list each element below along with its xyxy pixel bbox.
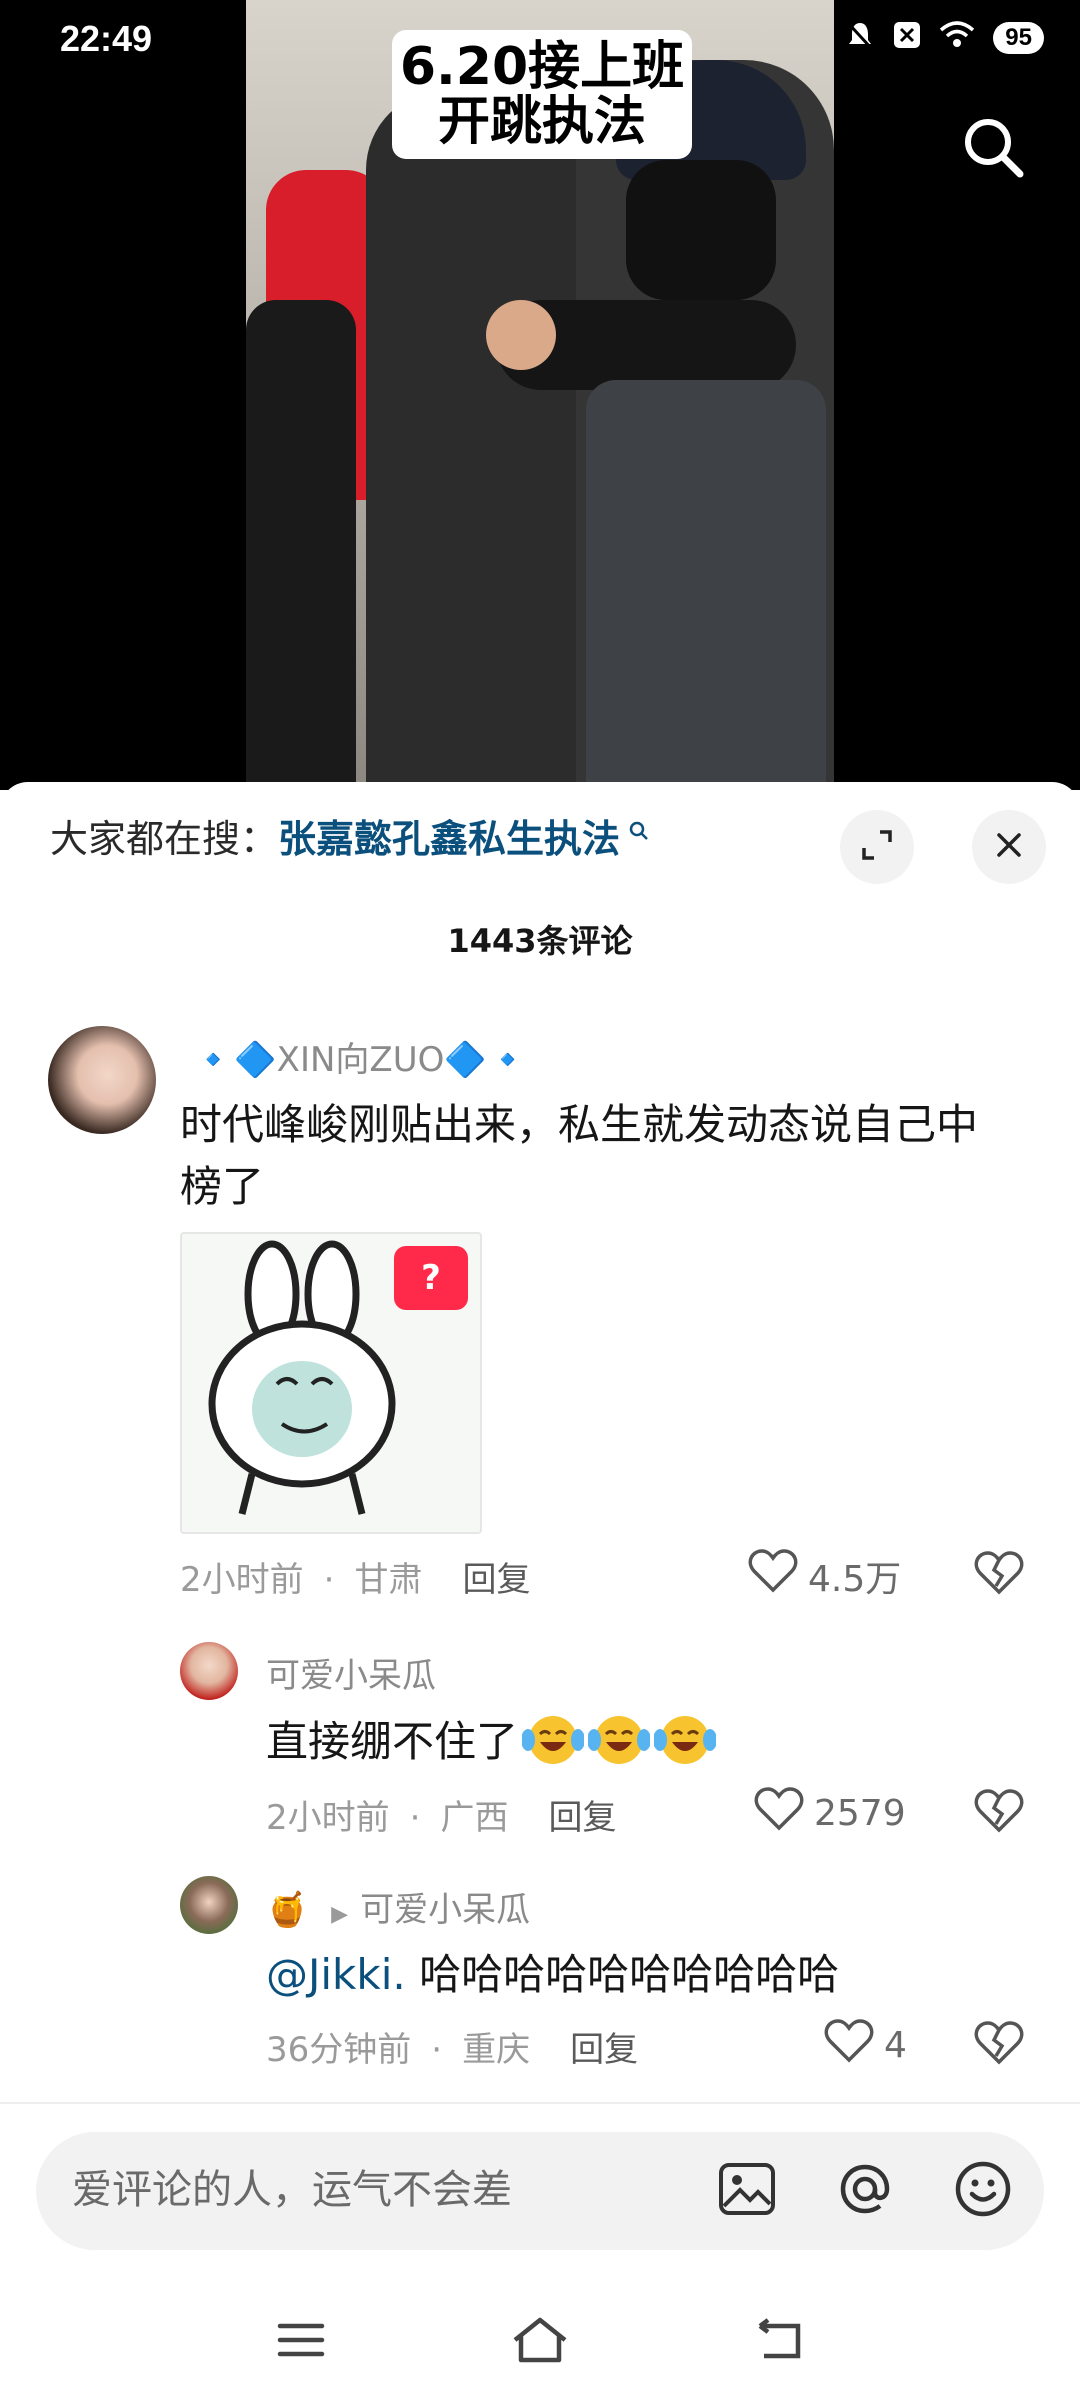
system-nav-bar [0, 2286, 1080, 2400]
video-figure-vest [586, 380, 826, 790]
back-button[interactable] [744, 2312, 814, 2372]
x-notification-icon [893, 21, 921, 54]
hot-search-term[interactable]: 张嘉懿孔鑫私生执法 [278, 817, 620, 861]
like-button[interactable]: 4 [824, 2018, 907, 2073]
heart-icon [824, 2018, 874, 2073]
close-button[interactable] [972, 810, 1046, 884]
laughing-crying-emoji-icon [521, 1710, 586, 1766]
reply-meta: 36分钟前 · 重庆 回复 [266, 2022, 638, 2071]
like-count: 4.5万 [808, 1558, 902, 1600]
close-icon [994, 830, 1024, 864]
laughing-crying-emoji-icon [587, 1710, 652, 1766]
mention-link[interactable]: @Jikki. [266, 1950, 406, 1999]
video-caption: 6.20接上班 开跳执法 [392, 30, 692, 160]
search-icon[interactable] [958, 112, 1030, 184]
meta-separator: · [431, 2030, 443, 2070]
broken-heart-icon [974, 1551, 1024, 1600]
wifi-icon [939, 20, 975, 55]
reply-button[interactable]: 回复 [462, 1560, 530, 1600]
reply-meta: 2小时前 · 广西 回复 [266, 1790, 616, 1839]
home-button[interactable] [505, 2312, 575, 2372]
reply-avatar[interactable] [180, 1876, 238, 1934]
meta-separator: · [409, 1798, 421, 1838]
heart-icon [754, 1786, 804, 1841]
video-player[interactable]: 22:49 95 6.20接上班 开跳执法 [0, 0, 1080, 790]
comment-meta: 2小时前 · 甘肃 回复 [180, 1552, 530, 1601]
reply-avatar[interactable] [180, 1642, 238, 1700]
smiley-icon [953, 2159, 1013, 2223]
image-icon [718, 2162, 776, 2220]
at-icon [836, 2160, 894, 2222]
sticker-image[interactable]: ? [180, 1232, 482, 1534]
comment-username[interactable]: 🔹🔷XIN向ZUO🔷🔹 [192, 1032, 529, 1081]
divider [0, 2102, 1080, 2104]
mute-icon [845, 20, 875, 55]
video-caption-line1: 6.20接上班 [399, 37, 685, 97]
like-button[interactable]: 4.5万 [748, 1548, 901, 1603]
video-figure-dark-left [246, 300, 356, 790]
reply-username-emoji: 🍯 [266, 1890, 309, 1930]
status-icons: 95 [845, 20, 1044, 55]
video-figure-mask [626, 160, 776, 300]
reply-time: 2小时前 [266, 1798, 390, 1838]
image-button[interactable] [712, 2156, 782, 2226]
reply-button[interactable]: 回复 [548, 1798, 616, 1838]
menu-icon [276, 2320, 326, 2364]
dislike-button[interactable] [974, 1788, 1024, 1838]
like-count: 4 [884, 2025, 907, 2066]
reply-text: 直接绷不住了 [266, 1710, 986, 1773]
menu-button[interactable] [266, 2312, 336, 2372]
sticker-badge: ? [394, 1246, 468, 1310]
like-count: 2579 [814, 1793, 906, 1834]
dislike-button[interactable] [974, 2020, 1024, 2070]
reply-location: 重庆 [462, 2030, 531, 2070]
reply-time: 36分钟前 [266, 2030, 412, 2070]
dislike-button[interactable] [974, 1550, 1024, 1600]
meta-separator: · [323, 1560, 335, 1600]
comment-text: 时代峰峻刚贴出来，私生就发动态说自己中榜了 [180, 1100, 979, 1211]
broken-heart-icon [974, 2021, 1024, 2070]
like-button[interactable]: 2579 [754, 1786, 906, 1841]
comment-location: 甘肃 [354, 1560, 423, 1600]
comment-input-placeholder: 爱评论的人，运气不会差 [72, 2167, 512, 2213]
reply-location: 广西 [440, 1798, 509, 1838]
video-caption-line2: 开跳执法 [437, 91, 646, 152]
hot-search-prefix: 大家都在搜： [50, 817, 279, 861]
expand-icon [860, 828, 894, 866]
reply-text-content: 直接绷不住了 [266, 1717, 519, 1766]
video-figure-fist [486, 300, 556, 370]
reply-username[interactable]: 🍯 ▶ 可爱小呆瓜 [266, 1882, 530, 1931]
expand-button[interactable] [840, 810, 914, 884]
emoji-button[interactable] [948, 2156, 1018, 2226]
reply-username[interactable]: 可爱小呆瓜 [266, 1648, 436, 1697]
back-icon [752, 2318, 806, 2366]
mention-button[interactable] [830, 2156, 900, 2226]
reply-button[interactable]: 回复 [570, 2030, 638, 2070]
comment-time: 2小时前 [180, 1560, 304, 1600]
avatar[interactable] [48, 1026, 156, 1134]
heart-icon [748, 1548, 798, 1603]
reply-target-username: 可爱小呆瓜 [360, 1890, 531, 1930]
reply-arrow-icon: ▶ [331, 1902, 349, 1927]
small-search-icon [620, 819, 650, 849]
status-time: 22:49 [60, 18, 153, 59]
comment-count: 1443条评论 [447, 922, 633, 960]
reply-text: @Jikki. 哈哈哈哈哈哈哈哈哈哈 [266, 1944, 1026, 2006]
battery-icon: 95 [993, 21, 1044, 54]
reply-text-content: 哈哈哈哈哈哈哈哈哈哈 [405, 1950, 840, 1999]
comment-input[interactable]: 爱评论的人，运气不会差 [36, 2132, 1044, 2250]
home-icon [511, 2316, 569, 2368]
hot-search-bar[interactable]: 大家都在搜：张嘉懿孔鑫私生执法 [50, 820, 650, 858]
laughing-crying-emoji-icon [653, 1710, 718, 1766]
broken-heart-icon [974, 1789, 1024, 1838]
